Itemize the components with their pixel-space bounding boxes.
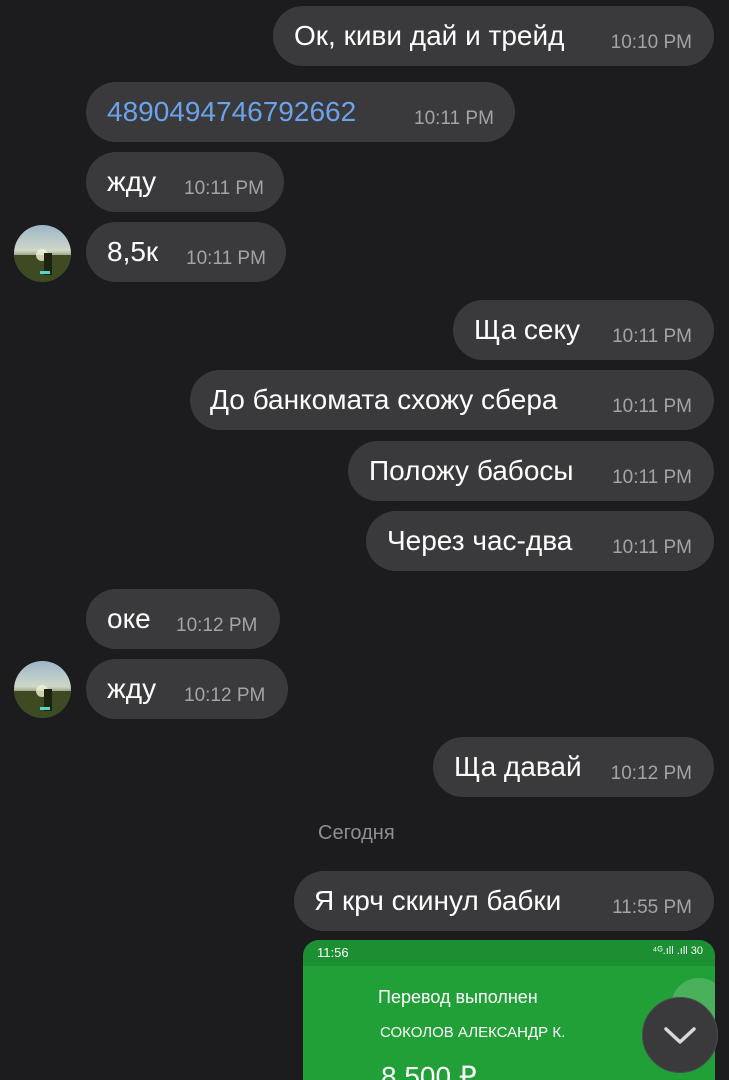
- transfer-recipient: СОКОЛОВ АЛЕКСАНДР К.: [380, 1024, 566, 1041]
- attachment-status-bar: 11:56 ⁴ᴳ.ıll .ıll 30: [303, 940, 715, 966]
- chat-view: Ок, киви дай и трейд 10:10 PM 4890494746…: [0, 0, 729, 1080]
- message-bubble-outgoing[interactable]: Ок, киви дай и трейд 10:10 PM: [273, 6, 714, 66]
- signal-battery-icon: ⁴ᴳ.ıll .ıll 30: [652, 945, 703, 957]
- message-time: 10:11 PM: [612, 537, 692, 558]
- day-separator: Сегодня: [0, 822, 729, 845]
- message-time: 10:12 PM: [184, 685, 266, 706]
- transfer-status-title: Перевод выполнен: [378, 987, 538, 1007]
- message-bubble-outgoing[interactable]: До банкомата схожу сбера 10:11 PM: [190, 370, 714, 430]
- message-time: 10:11 PM: [612, 326, 692, 347]
- message-bubble-incoming[interactable]: жду 10:11 PM: [86, 152, 284, 212]
- message-time: 10:11 PM: [184, 178, 264, 199]
- message-text: Положу бабосы: [369, 455, 574, 486]
- message-text: Через час-два: [387, 525, 573, 556]
- message-text: Ща давай: [454, 751, 582, 782]
- message-text: оке: [107, 603, 151, 634]
- message-text: До банкомата схожу сбера: [210, 384, 558, 415]
- message-bubble-incoming[interactable]: жду 10:12 PM: [86, 659, 288, 719]
- avatar-photo-icon: [14, 249, 71, 282]
- message-bubble-outgoing[interactable]: Я крч скинул бабки 11:55 PM: [294, 871, 714, 931]
- message-bubble-incoming[interactable]: оке 10:12 PM: [86, 589, 280, 649]
- attachment-clock: 11:56: [317, 945, 349, 960]
- chevron-down-icon: [664, 1027, 696, 1044]
- message-text: 8,5к: [107, 236, 159, 267]
- message-time: 10:10 PM: [610, 32, 692, 53]
- message-time: 10:11 PM: [414, 108, 494, 129]
- message-time: 11:55 PM: [612, 897, 692, 918]
- message-link-text[interactable]: 4890494746792662: [107, 96, 356, 128]
- message-text: жду: [107, 166, 157, 197]
- day-separator-label: Сегодня: [318, 822, 395, 844]
- message-text: Ща секу: [474, 314, 581, 345]
- message-text: Ок, киви дай и трейд: [294, 20, 565, 51]
- avatar-photo-icon: [14, 685, 71, 718]
- message-time: 10:11 PM: [612, 396, 692, 417]
- transfer-amount: 8 500 ₽: [381, 1061, 477, 1080]
- message-bubble-outgoing[interactable]: Через час-два 10:11 PM: [366, 511, 714, 571]
- message-bubble-outgoing[interactable]: Ща давай 10:12 PM: [433, 737, 714, 797]
- avatar[interactable]: [14, 661, 71, 718]
- message-text: Я крч скинул бабки: [314, 885, 562, 916]
- message-time: 10:12 PM: [176, 615, 258, 636]
- message-bubble-outgoing[interactable]: Ща секу 10:11 PM: [453, 300, 714, 360]
- scroll-down-button[interactable]: [642, 997, 718, 1073]
- message-bubble-outgoing[interactable]: Положу бабосы 10:11 PM: [348, 441, 714, 501]
- message-time: 10:11 PM: [612, 467, 692, 488]
- message-bubble-incoming[interactable]: 8,5к 10:11 PM: [86, 222, 286, 282]
- avatar[interactable]: [14, 225, 71, 282]
- message-text: жду: [107, 673, 157, 704]
- message-time: 10:11 PM: [186, 248, 266, 269]
- message-time: 10:12 PM: [610, 763, 692, 784]
- message-bubble-incoming[interactable]: 4890494746792662 10:11 PM: [86, 82, 515, 142]
